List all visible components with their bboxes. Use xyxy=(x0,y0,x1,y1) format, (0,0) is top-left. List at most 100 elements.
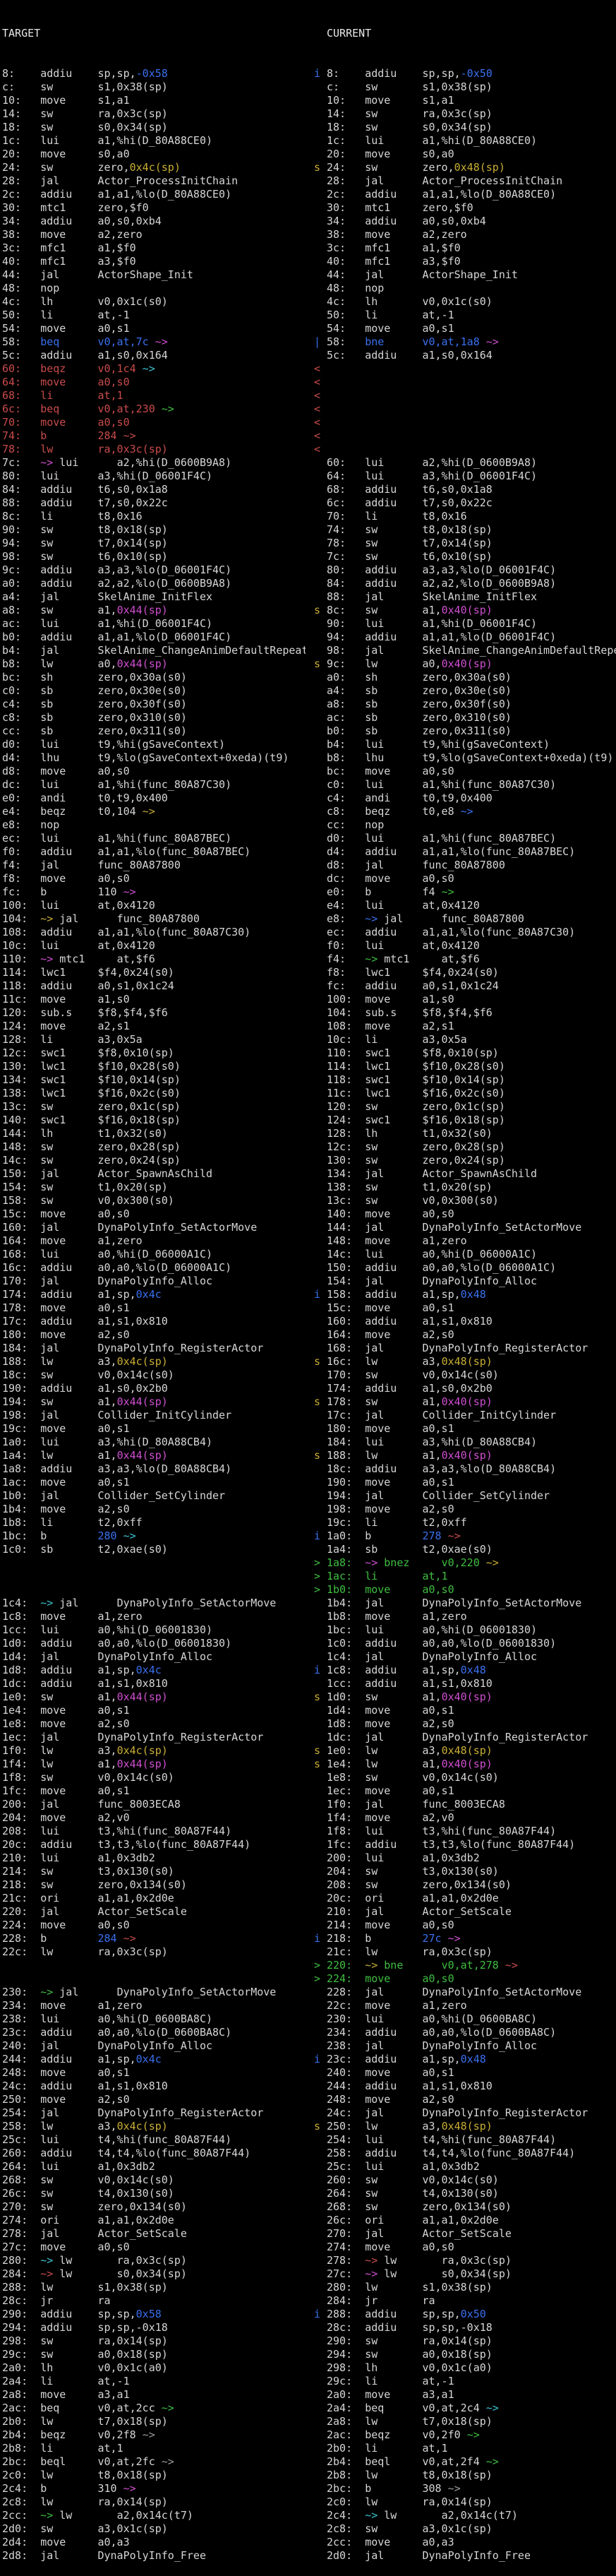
mnemonic: addiu xyxy=(40,1462,97,1475)
diff-row: 2ac: beq v0,at,2cc ~> 2a4: beq v0,at,2c4… xyxy=(0,2402,616,2415)
diff-marker xyxy=(306,1731,327,1744)
operands: Actor_ProcessInitChain xyxy=(97,174,238,187)
mnemonic: jal xyxy=(365,1221,422,1234)
diff-marker xyxy=(306,2496,327,2509)
target-line: 34: addiu a0,s0,0xb4 xyxy=(0,215,306,228)
address: 3c: xyxy=(327,242,365,254)
address: 218: xyxy=(2,1878,40,1891)
operands: a1,sp,0x48 xyxy=(422,1664,485,1676)
operand: func_8003ECA8 xyxy=(422,1798,505,1811)
operand: a3,a3,%lo(D_06001F4C) xyxy=(422,564,556,576)
mnemonic: move xyxy=(365,1234,422,1247)
diff-row: a0: addiu a2,a2,%lo(D_0600B9A8) 84: addi… xyxy=(0,577,616,590)
mnemonic: sw xyxy=(365,2522,422,2535)
diff-marker: i xyxy=(306,1664,327,1677)
current-line: ac: sb zero,0x310(s0) xyxy=(327,711,616,724)
operands: a3,0x1c(sp) xyxy=(97,2522,167,2535)
diff-marker xyxy=(306,1784,327,1798)
operand: t9,%lo(gSaveContext+0xeda)(t9) xyxy=(97,751,289,764)
operand: 0x40(sp) xyxy=(442,1395,493,1408)
address: 16c: xyxy=(327,1355,365,1368)
target-line: d8: move a0,s0 xyxy=(0,765,306,778)
operand: s1,0x38(sp) xyxy=(97,2281,167,2294)
mnemonic: ori xyxy=(40,2214,97,2226)
operands: SkelAnime_ChangeAnimDefaultRepeat xyxy=(422,644,616,657)
operand: sp,sp,-0x18 xyxy=(422,2321,492,2334)
target-line: 128: li a3,0x5a xyxy=(0,1033,306,1046)
mnemonic: move xyxy=(365,765,422,777)
operands: ra,0x3c(sp) xyxy=(422,1945,492,1958)
operand: a0,%hi(D_06001830) xyxy=(422,1623,537,1636)
target-line: 130: lwc1 $f10,0x28(s0) xyxy=(0,1060,306,1073)
diff-marker: > xyxy=(306,1583,327,1597)
address: 2d0: xyxy=(327,2549,365,2562)
mnemonic: lui xyxy=(365,832,422,845)
operands: 27c ~> xyxy=(422,1932,460,1945)
operand: 0x44(sp) xyxy=(117,657,168,670)
diff-row: e4: beqz t0,104 ~> c8: beqz t0,e8 ~> xyxy=(0,805,616,818)
operand: Collider_SetCylinder xyxy=(422,1489,550,1502)
operands: s1,0x38(sp) xyxy=(97,2281,167,2294)
diff-marker xyxy=(306,1114,327,1127)
mnemonic: lui xyxy=(40,939,97,952)
operand: a0,s0 xyxy=(97,1919,129,1931)
current-line: 1ac: li at,1 xyxy=(327,1570,616,1583)
diff-row: d4: lhu t9,%lo(gSaveContext+0xeda)(t9) b… xyxy=(0,751,616,765)
target-line: 1b4: move a2,s0 xyxy=(0,1503,306,1516)
mnemonic: b xyxy=(365,1530,422,1542)
operand: t0,e8 xyxy=(422,805,460,818)
target-line: 2cc: ~> lw a2,0x14c(t7) xyxy=(0,2509,306,2522)
operand: a2,a2,%lo(D_0600B9A8) xyxy=(422,577,556,590)
address: 12c: xyxy=(327,1140,365,1153)
address: 24c: xyxy=(2,2080,40,2092)
operand: DynaPolyInfo_SetActorMove xyxy=(97,1221,257,1234)
operands: a3,a3,%lo(D_06001F4C) xyxy=(422,564,556,576)
current-line: 80: addiu a3,a3,%lo(D_06001F4C) xyxy=(327,564,616,577)
operands: t8,0x16 xyxy=(97,510,142,523)
operand: t0,t9,0x400 xyxy=(97,792,167,804)
operands: s0,0x34(sp) xyxy=(442,2267,512,2280)
diff-row: 1c: lui a1,%hi(D_80A88CE0) 1c: lui a1,%h… xyxy=(0,134,616,148)
operand: 0x48(sp) xyxy=(442,1355,493,1368)
mnemonic: addiu xyxy=(40,926,97,938)
diff-row: 188: lw a3,0x4c(sp)s16c: lw a3,0x48(sp) xyxy=(0,1355,616,1368)
mnemonic: addiu xyxy=(365,1315,422,1328)
address: 16c: xyxy=(2,1261,40,1274)
operand: ra,0x3c(sp) xyxy=(97,1945,167,1958)
diff-marker xyxy=(306,2200,327,2214)
target-line: b4: jal SkelAnime_ChangeAnimDefaultRepea… xyxy=(0,644,306,657)
diff-marker xyxy=(306,1637,327,1650)
address: 1c4: xyxy=(2,1597,40,1609)
operand: a2,0x14c(t7) xyxy=(117,2509,193,2522)
branch-arrow-icon: ~> xyxy=(143,2428,155,2441)
operand: a1,a1,0x2d0e xyxy=(97,1892,174,1904)
current-line: 184: lui a3,%hi(D_80A88CB4) xyxy=(327,1436,616,1449)
branch-target-arrow-icon: ~> xyxy=(40,1597,59,1609)
address: e4: xyxy=(2,805,40,818)
operand: a1,%hi(D_80A88CE0) xyxy=(422,134,537,147)
diff-marker xyxy=(306,966,327,979)
diff-marker: s xyxy=(306,657,327,671)
address: d0: xyxy=(327,832,365,845)
operand: a1,a1,%lo(D_06001F4C) xyxy=(97,631,231,643)
operand: v0,0x1c(s0) xyxy=(97,295,167,308)
operands: s0,0x34(sp) xyxy=(422,121,492,133)
address: 26c: xyxy=(327,2214,365,2226)
operands: zero,0x310(s0) xyxy=(422,711,511,724)
mnemonic: addiu xyxy=(365,1261,422,1274)
operand: a3, xyxy=(97,2120,116,2133)
address: 1c0: xyxy=(2,1543,40,1556)
current-line: cc: nop xyxy=(327,818,616,832)
operand: 280 xyxy=(97,1530,123,1542)
operand: t3,t3,%lo(func_80A87F44) xyxy=(422,1838,575,1851)
mnemonic: lw xyxy=(59,2509,116,2522)
address: 1b0: xyxy=(2,1489,40,1502)
diff-row: 278: jal Actor_SetScale 270: jal Actor_S… xyxy=(0,2227,616,2241)
operands: a0,s0 xyxy=(422,1972,454,1985)
address: 284: xyxy=(327,2294,365,2307)
address: 194: xyxy=(2,1395,40,1408)
target-line: 27c: move a0,s0 xyxy=(0,2241,306,2254)
target-line: 238: lui a0,%hi(D_0600BA8C) xyxy=(0,2012,306,2026)
target-line xyxy=(0,1972,306,1986)
mnemonic: sw xyxy=(40,1140,97,1153)
